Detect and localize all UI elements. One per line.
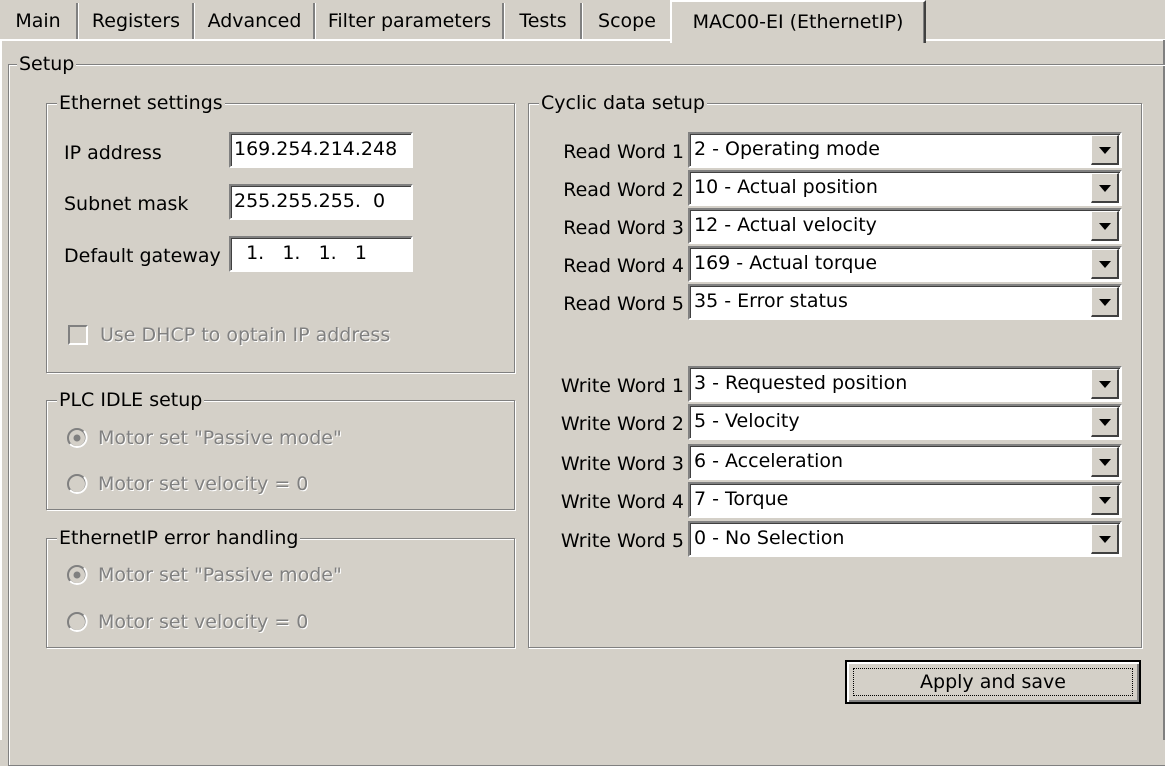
tab-scope[interactable]: Scope xyxy=(584,3,670,39)
read-word-3-value: 12 - Actual velocity xyxy=(694,214,877,236)
setup-group-title: Setup xyxy=(17,52,77,76)
chevron-down-icon[interactable] xyxy=(1091,173,1119,203)
apply-and-save-button[interactable]: Apply and save xyxy=(845,660,1141,704)
write-word-1-label: Write Word 1 xyxy=(560,375,684,397)
default-gateway-input[interactable]: 1. 1. 1. 1 xyxy=(229,236,413,272)
tab-baseline xyxy=(926,39,1165,41)
tab-strip: Main Registers Advanced Filter parameter… xyxy=(0,0,1165,43)
tab-filter-parameters[interactable]: Filter parameters xyxy=(317,3,504,39)
write-word-2-label: Write Word 2 xyxy=(560,413,684,435)
chevron-down-icon[interactable] xyxy=(1091,249,1119,279)
write-word-2-value: 5 - Velocity xyxy=(694,410,800,432)
subnet-mask-label: Subnet mask xyxy=(64,193,189,215)
write-word-5-value: 0 - No Selection xyxy=(694,527,845,549)
write-word-4-label: Write Word 4 xyxy=(560,491,684,513)
read-word-4-label: Read Word 4 xyxy=(563,255,684,277)
read-word-5-select[interactable]: 35 - Error status xyxy=(688,284,1122,320)
write-word-3-label: Write Word 3 xyxy=(560,453,684,475)
write-word-5-select[interactable]: 0 - No Selection xyxy=(688,521,1122,557)
read-word-1-select[interactable]: 2 - Operating mode xyxy=(688,132,1122,168)
write-word-1-value: 3 - Requested position xyxy=(694,372,908,394)
error-handling-title: EthernetIP error handling xyxy=(57,526,301,550)
read-word-2-label: Read Word 2 xyxy=(563,179,684,201)
dhcp-checkbox[interactable] xyxy=(68,325,88,345)
chevron-down-icon[interactable] xyxy=(1091,485,1119,515)
write-word-1-select[interactable]: 3 - Requested position xyxy=(688,366,1122,402)
write-word-2-select[interactable]: 5 - Velocity xyxy=(688,404,1122,440)
page-border xyxy=(0,40,2,740)
write-word-3-select[interactable]: 6 - Acceleration xyxy=(688,444,1122,480)
read-word-2-value: 10 - Actual position xyxy=(694,176,878,198)
cyclic-data-title: Cyclic data setup xyxy=(539,91,707,115)
error-passive-radio[interactable] xyxy=(66,564,88,586)
chevron-down-icon[interactable] xyxy=(1091,211,1119,241)
error-velocity-label: Motor set velocity = 0 xyxy=(98,611,309,633)
ip-address-input[interactable]: 169.254.214.248 xyxy=(229,132,413,168)
read-word-3-label: Read Word 3 xyxy=(563,217,684,239)
read-word-3-select[interactable]: 12 - Actual velocity xyxy=(688,208,1122,244)
read-word-5-label: Read Word 5 xyxy=(563,293,684,315)
apply-and-save-label: Apply and save xyxy=(920,671,1066,693)
plc-idle-velocity-label: Motor set velocity = 0 xyxy=(98,473,309,495)
tab-tests[interactable]: Tests xyxy=(506,3,582,39)
error-velocity-radio[interactable] xyxy=(66,611,88,633)
plc-idle-passive-label: Motor set "Passive mode" xyxy=(98,427,342,449)
chevron-down-icon[interactable] xyxy=(1091,447,1119,477)
chevron-down-icon[interactable] xyxy=(1091,369,1119,399)
plc-idle-title: PLC IDLE setup xyxy=(57,388,205,412)
write-word-5-label: Write Word 5 xyxy=(560,530,684,552)
ip-address-label: IP address xyxy=(64,142,162,164)
subnet-mask-input[interactable]: 255.255.255. 0 xyxy=(229,184,413,220)
read-word-2-select[interactable]: 10 - Actual position xyxy=(688,170,1122,206)
write-word-3-value: 6 - Acceleration xyxy=(694,450,844,472)
tab-advanced[interactable]: Advanced xyxy=(196,3,315,39)
tab-mac00-ei-ethernetip[interactable]: MAC00-EI (EthernetIP) xyxy=(670,0,926,43)
plc-idle-passive-radio[interactable] xyxy=(66,427,88,449)
dhcp-label: Use DHCP to optain IP address xyxy=(100,324,391,346)
tab-registers[interactable]: Registers xyxy=(80,3,194,39)
default-gateway-label: Default gateway xyxy=(64,245,221,267)
read-word-4-value: 169 - Actual torque xyxy=(694,252,878,274)
read-word-1-label: Read Word 1 xyxy=(563,141,684,163)
read-word-1-value: 2 - Operating mode xyxy=(694,138,880,160)
ethernet-settings-title: Ethernet settings xyxy=(57,91,225,115)
write-word-4-select[interactable]: 7 - Torque xyxy=(688,482,1122,518)
plc-idle-velocity-radio[interactable] xyxy=(66,473,88,495)
tab-baseline xyxy=(0,39,672,41)
chevron-down-icon[interactable] xyxy=(1091,407,1119,437)
chevron-down-icon[interactable] xyxy=(1091,524,1119,554)
write-word-4-value: 7 - Torque xyxy=(694,488,789,510)
tab-main[interactable]: Main xyxy=(0,3,78,39)
chevron-down-icon[interactable] xyxy=(1091,287,1119,317)
read-word-5-value: 35 - Error status xyxy=(694,290,848,312)
read-word-4-select[interactable]: 169 - Actual torque xyxy=(688,246,1122,282)
error-passive-label: Motor set "Passive mode" xyxy=(98,564,342,586)
chevron-down-icon[interactable] xyxy=(1091,135,1119,165)
